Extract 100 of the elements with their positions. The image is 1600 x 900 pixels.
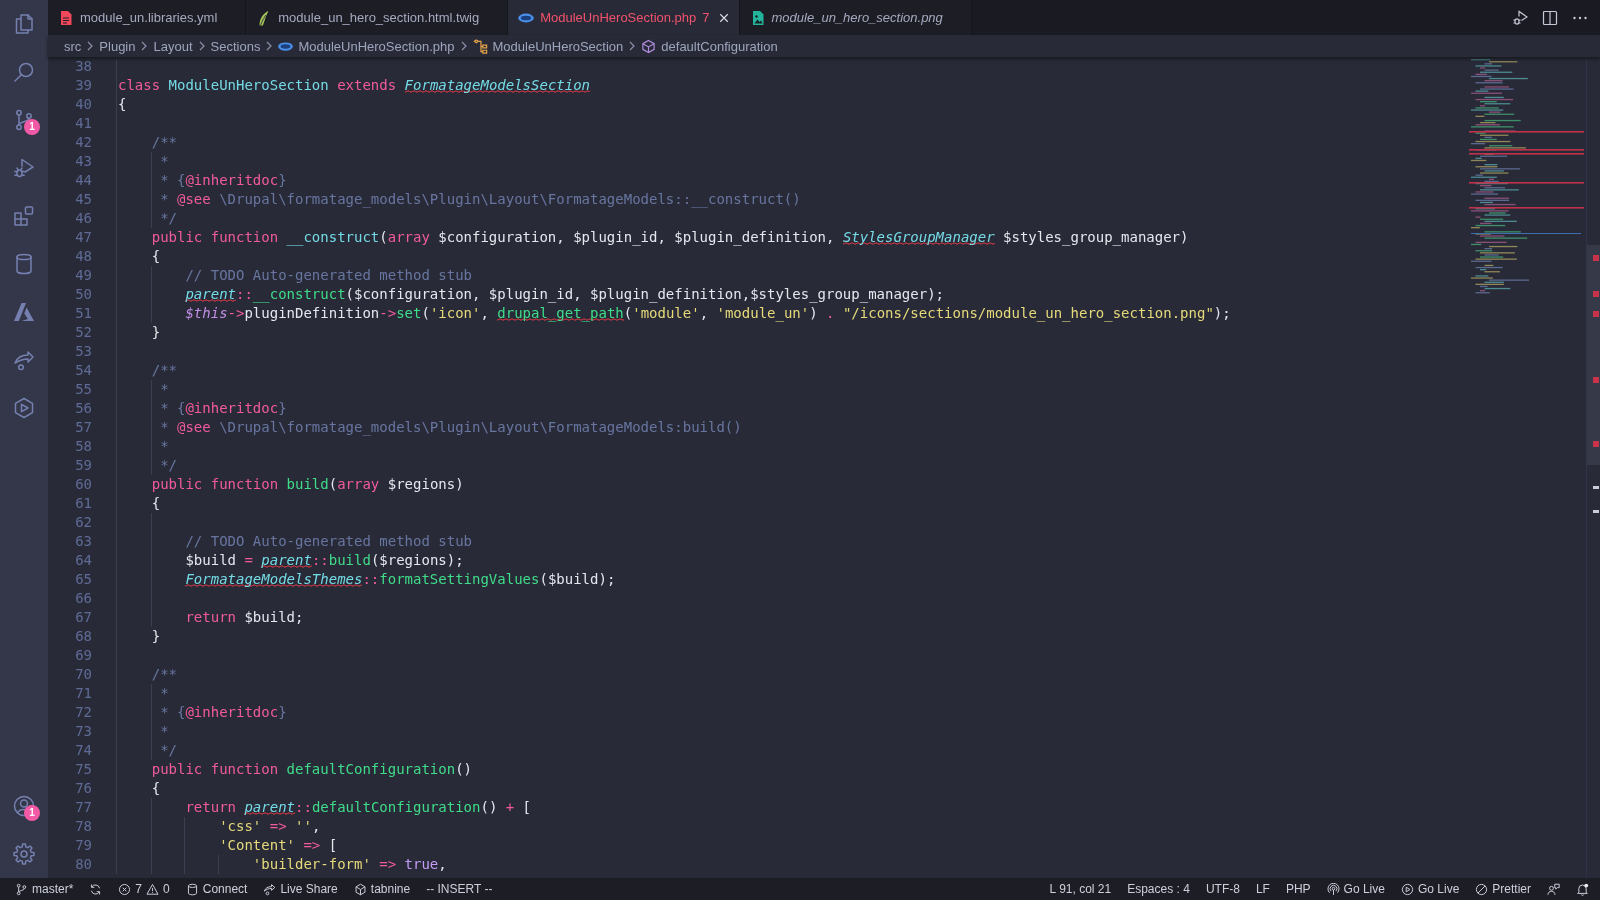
line-number: 77 (75, 799, 92, 815)
bell-icon[interactable] (1576, 882, 1589, 896)
position-marker (1593, 486, 1599, 489)
status-bar-item[interactable]: LF (1250, 878, 1275, 900)
line-number: 51 (75, 305, 92, 321)
breadcrumb-item[interactable]: ModuleUnHeroSection.php (278, 38, 455, 54)
mode-indicator: -- INSERT -- (425, 882, 494, 896)
line-number: 55 (75, 381, 92, 397)
play-circle-icon (1400, 882, 1414, 896)
warning-icon (146, 882, 160, 896)
code-line: parent::__construct($configuration, $plugin_id, $plugin_definition,$styles_group_manager); (185, 285, 945, 304)
line-number: 68 (75, 628, 92, 644)
status-bar-item[interactable]: UTF-8 (1200, 878, 1245, 900)
curved-arrow-icon (263, 882, 277, 896)
breadcrumb-item[interactable]: ModuleUnHeroSection (472, 38, 624, 54)
split-editor-icon[interactable] (1542, 9, 1558, 26)
chevron-icon (460, 41, 467, 51)
line-number: 70 (75, 666, 92, 682)
code-line: * {@inheritdoc} (160, 171, 287, 190)
position-marker (1593, 510, 1599, 513)
line-number: 69 (75, 647, 92, 663)
tabnine-button[interactable]: tabnine (348, 878, 416, 900)
settings-icon[interactable] (12, 842, 36, 866)
notification-count: 1 (24, 805, 40, 821)
blocks-icon[interactable] (12, 204, 36, 228)
line-number: 79 (75, 837, 92, 853)
code-line: // TODO Auto-generated method stub (185, 266, 472, 285)
branch-button[interactable]: master* (10, 878, 79, 900)
problems-button[interactable]: 7 0 (113, 878, 175, 900)
code-line: public function defaultConfiguration() (151, 760, 472, 779)
curved-arrow-icon[interactable] (12, 348, 36, 372)
line-number: 45 (75, 191, 92, 207)
live-share-button[interactable]: Live Share (258, 878, 343, 900)
code-line: * {@inheritdoc} (160, 703, 287, 722)
tab[interactable]: ModuleUnHeroSection.php 7 (508, 0, 740, 35)
code-line: * (160, 722, 169, 741)
line-number: 60 (75, 476, 92, 492)
code-line: * (160, 684, 169, 703)
line-number: 52 (75, 324, 92, 340)
error-marker (1593, 291, 1599, 297)
breadcrumb-item[interactable]: src (64, 38, 82, 54)
line-number: 50 (75, 286, 92, 302)
person-feedback-icon[interactable] (1547, 882, 1560, 896)
line-number: 72 (75, 704, 92, 720)
prettier-button[interactable]: Prettier (1470, 878, 1536, 900)
line-number: 62 (75, 514, 92, 530)
line-number: 56 (75, 400, 92, 416)
code-line: * {@inheritdoc} (160, 399, 287, 418)
breadcrumb-item[interactable]: Sections (210, 38, 261, 54)
line-number: 39 (75, 77, 92, 93)
code-line: $build = parent::build($regions); (185, 551, 464, 570)
scrollbar-thumb[interactable] (1587, 245, 1600, 465)
close-icon[interactable] (718, 12, 729, 23)
go-live-button[interactable]: Go Live (1395, 878, 1465, 900)
chevron-icon (266, 41, 273, 51)
error-marker (1593, 377, 1599, 383)
connect-button[interactable]: Connect (180, 878, 253, 900)
a-logo-icon[interactable] (12, 300, 36, 324)
line-number: 66 (75, 590, 92, 606)
code-line: /** (151, 133, 177, 152)
line-number: 38 (75, 58, 92, 74)
error-icon (118, 882, 132, 896)
line-number: 63 (75, 533, 92, 549)
line-number: 48 (75, 248, 92, 264)
go-live-button[interactable]: Go Live (1321, 878, 1390, 900)
code-line: class ModuleUnHeroSection extends FormatageModelsSection (118, 76, 591, 95)
error-marker (1593, 255, 1599, 261)
play-bug-icon[interactable] (1512, 9, 1528, 26)
breadcrumb-item[interactable]: Plugin (99, 38, 136, 54)
code-line: 'css' => '', (219, 817, 321, 836)
line-number: 59 (75, 457, 92, 473)
line-number: 53 (75, 343, 92, 359)
line-number: 43 (75, 153, 92, 169)
code-line: * (160, 152, 169, 171)
class-symbol-icon (472, 38, 488, 54)
status-bar-item[interactable]: Espaces : 4 (1122, 878, 1195, 900)
code-line: 'builder-form' => true, (252, 855, 447, 874)
line-number: 67 (75, 609, 92, 625)
code-line: */ (160, 741, 177, 760)
error-marker (1593, 311, 1599, 317)
status-bar-item[interactable]: PHP (1280, 878, 1316, 900)
breadcrumb-item[interactable]: defaultConfiguration (641, 38, 778, 54)
sync-icon[interactable] (89, 882, 103, 896)
chevron-icon (629, 41, 636, 51)
line-number: 41 (75, 115, 92, 131)
breadcrumb-item[interactable]: Layout (153, 38, 193, 54)
code-line: return $build; (185, 608, 304, 627)
line-number: 42 (75, 134, 92, 150)
status-bar-item[interactable]: L 91, col 21 (1044, 878, 1117, 900)
hexagon-play-icon[interactable] (12, 396, 36, 420)
line-number: 71 (75, 685, 92, 701)
search-icon[interactable] (12, 60, 36, 84)
code-line: return parent::defaultConfiguration() + [ (185, 798, 532, 817)
line-number: 75 (75, 761, 92, 777)
code-line: } (151, 627, 161, 646)
code-line: */ (160, 209, 177, 228)
line-number: 74 (75, 742, 92, 758)
broadcast-icon (1326, 882, 1340, 896)
line-number: 46 (75, 210, 92, 226)
line-number: 64 (75, 552, 92, 568)
